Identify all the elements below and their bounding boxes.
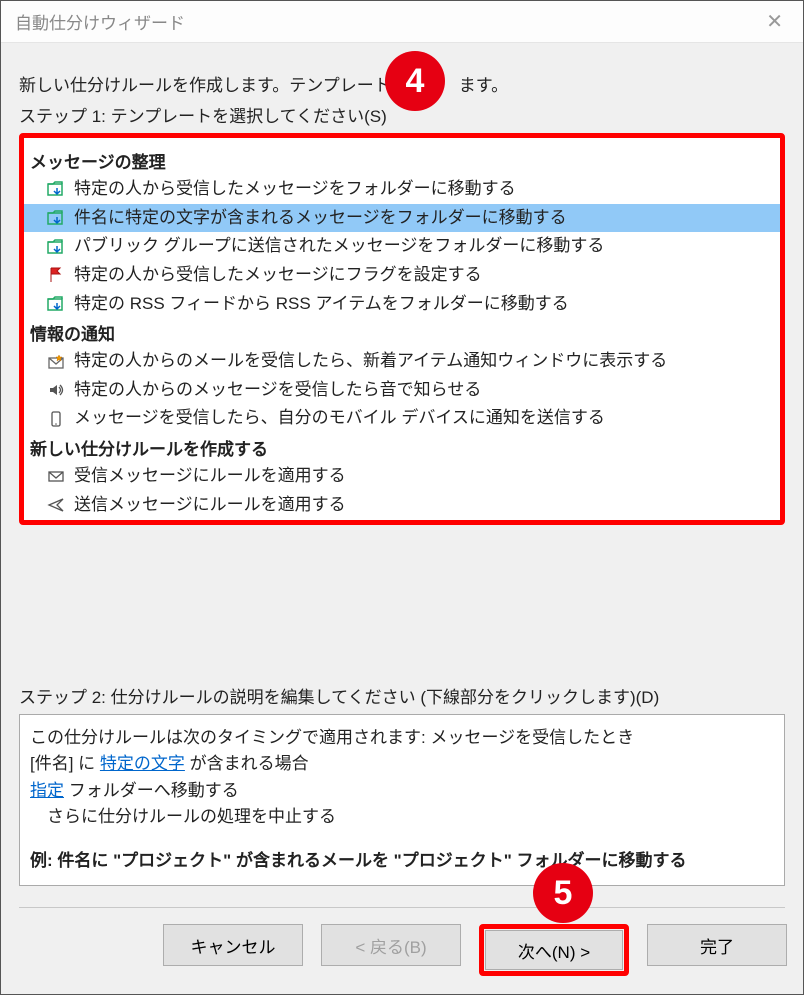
template-item-notify-sound[interactable]: 特定の人からのメッセージを受信したら音で知らせる — [24, 376, 780, 405]
finish-button[interactable]: 完了 — [647, 924, 787, 966]
cancel-button[interactable]: キャンセル — [163, 924, 303, 966]
template-item-flag-from-person[interactable]: 特定の人から受信したメッセージにフラグを設定する — [24, 261, 780, 290]
button-row: キャンセル < 戻る(B) 次へ(N) > 完了 — [163, 924, 787, 976]
close-icon[interactable]: ✕ — [758, 5, 791, 38]
section-notify-header: 情報の通知 — [24, 318, 780, 347]
mobile-icon — [46, 409, 66, 429]
next-button-highlight: 次へ(N) > — [479, 924, 629, 976]
template-item-label: 件名に特定の文字が含まれるメッセージをフォルダーに移動する — [74, 206, 567, 231]
desc-example: 例: 件名に "プロジェクト" が含まれるメールを "プロジェクト" フォルダー… — [30, 848, 774, 874]
section-create-header: 新しい仕分けルールを作成する — [24, 433, 780, 462]
star-envelope-icon — [46, 352, 66, 372]
window-title: 自動仕分けウィザード — [15, 9, 185, 34]
template-item-blank-receive[interactable]: 受信メッセージにルールを適用する — [24, 462, 780, 491]
step2-area: ステップ 2: 仕分けルールの説明を編集してください (下線部分をクリックします… — [19, 683, 785, 886]
move-folder-icon — [46, 237, 66, 257]
desc-line2: [件名] に 特定の文字 が含まれる場合 — [30, 751, 774, 777]
link-specify-folder[interactable]: 指定 — [30, 781, 64, 800]
template-item-move-public-group[interactable]: パブリック グループに送信されたメッセージをフォルダーに移動する — [24, 232, 780, 261]
template-item-move-subject[interactable]: 件名に特定の文字が含まれるメッセージをフォルダーに移動する — [24, 204, 780, 233]
callout-4: 4 — [385, 51, 445, 111]
dialog-content: 新しい仕分けルールを作成します。テンプレートを選択します。 ステップ 1: テン… — [1, 43, 803, 886]
title-bar: 自動仕分けウィザード ✕ — [1, 1, 803, 43]
envelope-icon — [46, 466, 66, 486]
desc-line4: さらに仕分けルールの処理を中止する — [30, 804, 774, 830]
template-item-label: 特定の人から受信したメッセージにフラグを設定する — [74, 263, 482, 288]
move-folder-icon — [46, 179, 66, 199]
template-item-notify-mobile[interactable]: メッセージを受信したら、自分のモバイル デバイスに通知を送信する — [24, 404, 780, 433]
template-item-label: 特定の人からのメッセージを受信したら音で知らせる — [74, 378, 481, 403]
separator — [19, 907, 785, 908]
template-item-label: 特定の RSS フィードから RSS アイテムをフォルダーに移動する — [74, 292, 569, 317]
rule-description-box: この仕分けルールは次のタイミングで適用されます: メッセージを受信したとき [件… — [19, 714, 785, 886]
link-specific-words[interactable]: 特定の文字 — [100, 754, 185, 773]
template-item-label: パブリック グループに送信されたメッセージをフォルダーに移動する — [74, 234, 604, 259]
desc-line3: 指定 フォルダーへ移動する — [30, 778, 774, 804]
desc-line1: この仕分けルールは次のタイミングで適用されます: メッセージを受信したとき — [30, 725, 774, 751]
template-item-label: 送信メッセージにルールを適用する — [74, 493, 346, 518]
send-icon — [46, 495, 66, 515]
template-item-move-from-person[interactable]: 特定の人から受信したメッセージをフォルダーに移動する — [24, 175, 780, 204]
section-organize-header: メッセージの整理 — [24, 146, 780, 175]
template-item-label: 特定の人からのメールを受信したら、新着アイテム通知ウィンドウに表示する — [74, 349, 667, 374]
next-button[interactable]: 次へ(N) > — [485, 930, 623, 970]
sound-icon — [46, 380, 66, 400]
template-item-label: メッセージを受信したら、自分のモバイル デバイスに通知を送信する — [74, 406, 605, 431]
callout-5: 5 — [533, 863, 593, 923]
template-item-blank-send[interactable]: 送信メッセージにルールを適用する — [24, 491, 780, 520]
template-item-notify-window[interactable]: 特定の人からのメールを受信したら、新着アイテム通知ウィンドウに表示する — [24, 347, 780, 376]
back-button: < 戻る(B) — [321, 924, 461, 966]
template-item-move-rss[interactable]: 特定の RSS フィードから RSS アイテムをフォルダーに移動する — [24, 290, 780, 319]
move-folder-icon — [46, 208, 66, 228]
move-folder-icon — [46, 294, 66, 314]
flag-icon — [46, 265, 66, 285]
step2-label: ステップ 2: 仕分けルールの説明を編集してください (下線部分をクリックします… — [19, 683, 785, 708]
template-item-label: 特定の人から受信したメッセージをフォルダーに移動する — [74, 177, 516, 202]
template-item-label: 受信メッセージにルールを適用する — [74, 464, 346, 489]
template-list: メッセージの整理 特定の人から受信したメッセージをフォルダーに移動する 件名に特… — [19, 133, 785, 525]
